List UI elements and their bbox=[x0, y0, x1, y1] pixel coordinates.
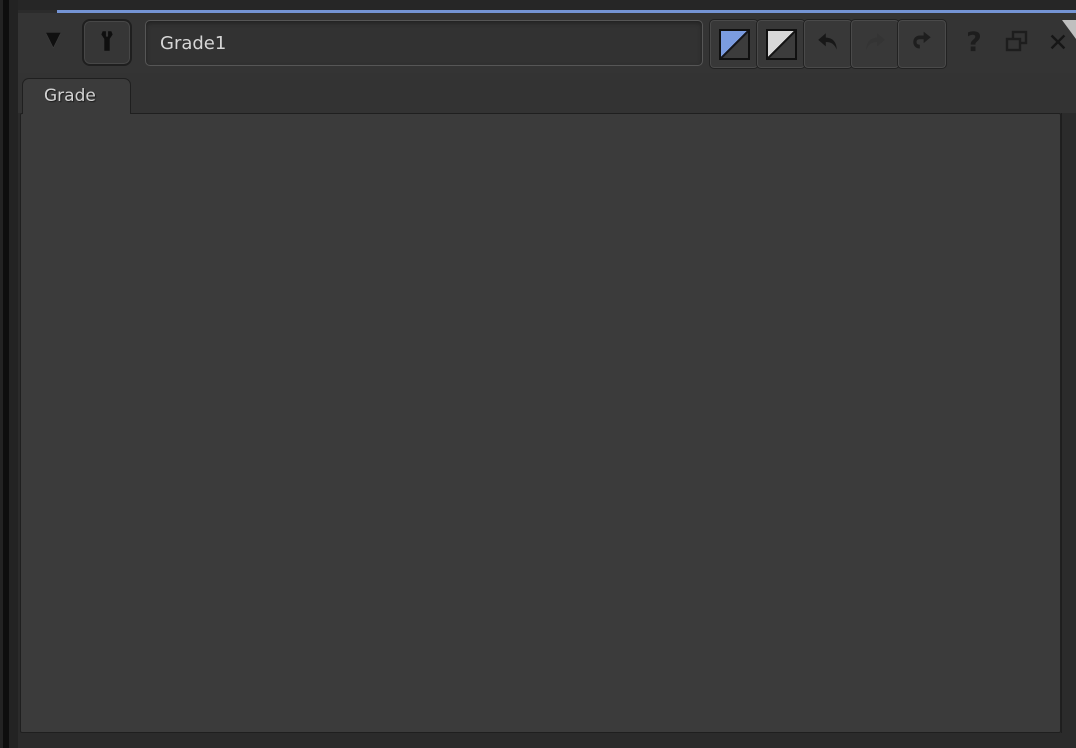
properties-panel bbox=[20, 113, 1061, 733]
redo-button[interactable] bbox=[851, 20, 899, 68]
node-settings-button[interactable] bbox=[82, 19, 132, 66]
revert-button[interactable] bbox=[898, 20, 946, 68]
help-button[interactable]: ? bbox=[956, 23, 992, 63]
node-name-input[interactable] bbox=[145, 20, 703, 66]
redo-icon bbox=[861, 30, 889, 58]
wrench-icon bbox=[94, 28, 120, 57]
window-edge bbox=[0, 0, 18, 748]
gl-color-swatch-icon bbox=[766, 29, 797, 60]
tab-label: Grade bbox=[44, 86, 96, 106]
undo-icon bbox=[814, 30, 842, 58]
tab-bar bbox=[18, 73, 1076, 113]
gl-color-button[interactable] bbox=[757, 20, 805, 68]
top-strip bbox=[18, 0, 1076, 10]
titlebar: ▼ ? ✕ bbox=[18, 13, 1076, 73]
grade-node-properties-window: ▼ ? ✕ Grade channels bbox=[0, 0, 1076, 748]
titlebar-buttons bbox=[710, 20, 945, 66]
revert-icon bbox=[908, 30, 936, 58]
node-color-swatch-icon bbox=[719, 29, 750, 60]
collapse-triangle-icon[interactable]: ▼ bbox=[46, 28, 61, 50]
undo-button[interactable] bbox=[804, 20, 852, 68]
float-panel-icon bbox=[1002, 41, 1032, 60]
node-color-button[interactable] bbox=[710, 20, 758, 68]
float-panel-button[interactable] bbox=[1002, 28, 1034, 58]
tab-grade[interactable]: Grade bbox=[22, 78, 131, 114]
